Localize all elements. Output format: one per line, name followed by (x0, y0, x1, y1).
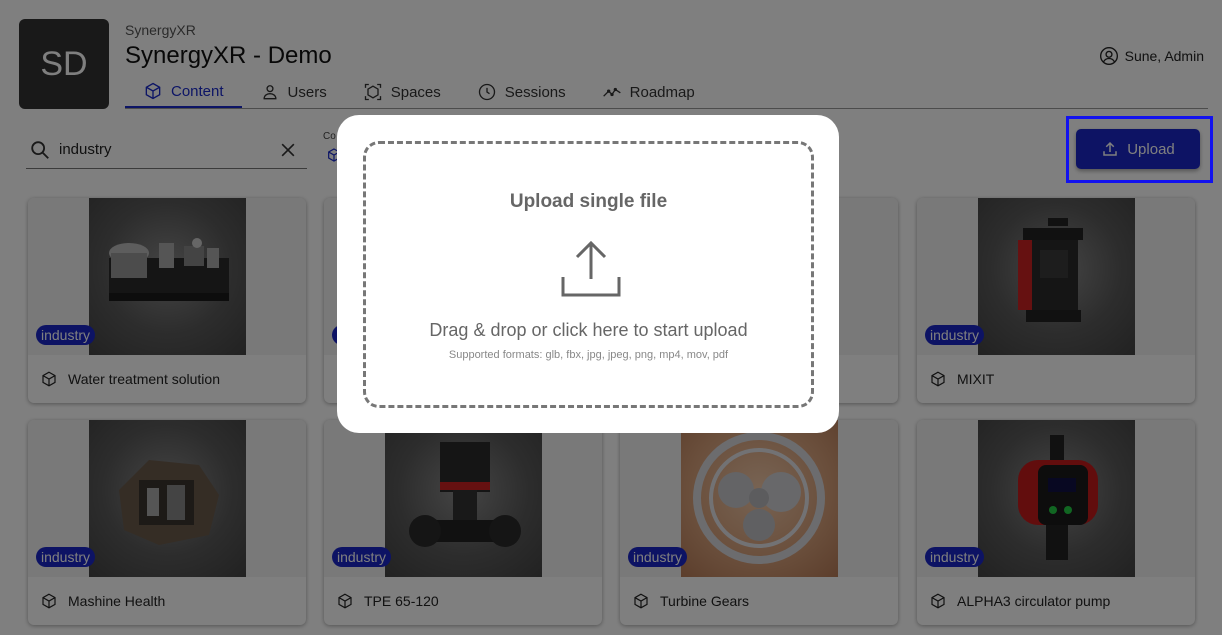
upload-arrow-icon (561, 240, 621, 297)
supported-formats: Supported formats: glb, fbx, jpg, jpeg, … (448, 349, 729, 361)
modal-title: Upload single file (509, 191, 668, 212)
upload-modal: Upload single file Drag & drop or click … (337, 115, 839, 433)
upload-focus-frame (1066, 116, 1213, 183)
dropzone-instruction: Drag & drop or click here to start uploa… (429, 320, 748, 340)
file-dropzone[interactable]: Upload single file Drag & drop or click … (363, 141, 814, 408)
